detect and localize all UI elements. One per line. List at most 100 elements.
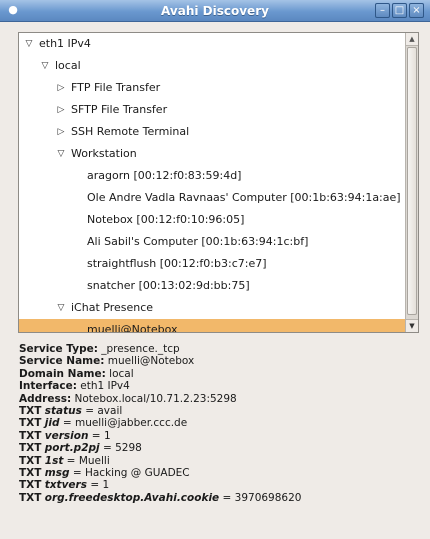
tree-row[interactable]: ▽ eth1 IPv4	[19, 33, 406, 55]
txt-equals: =	[99, 442, 116, 455]
tree-row-label: snatcher [00:13:02:9d:bb:75]	[87, 279, 250, 292]
txt-key: status	[44, 404, 82, 417]
tree-row-label: local	[55, 59, 81, 72]
tree-row-label: Workstation	[71, 147, 137, 160]
txt-prefix: TXT	[19, 442, 42, 455]
txt-value: 1	[103, 429, 111, 442]
minimize-icon[interactable]: –	[375, 3, 390, 18]
collapsed-arrow-icon[interactable]: ▷	[55, 99, 67, 121]
txt-key: org.freedesktop.Avahi.cookie	[44, 491, 220, 504]
service-type-label: Service Type:	[19, 343, 98, 355]
txt-record-line: TXT 1st = Muelli	[19, 455, 419, 467]
expanded-arrow-icon[interactable]: ▽	[55, 297, 67, 319]
txt-value: avail	[97, 404, 123, 417]
expanded-arrow-icon[interactable]: ▽	[23, 33, 35, 55]
interface-line: Interface: eth1 IPv4	[19, 380, 419, 392]
tree-row[interactable]: ▷ SSH Remote Terminal	[19, 121, 406, 143]
tree-row[interactable]: ▷ FTP File Transfer	[19, 77, 406, 99]
tree-row[interactable]: straightflush [00:12:f0:b3:c7:e7]	[19, 253, 406, 275]
tree-row[interactable]: muelli@Notebox	[19, 319, 406, 333]
tree-row-label: SSH Remote Terminal	[71, 125, 190, 138]
txt-record-line: TXT msg = Hacking @ GUADEC	[19, 467, 419, 479]
service-details: Service Type: _presence._tcp Service Nam…	[19, 343, 419, 504]
expanded-arrow-icon[interactable]: ▽	[55, 143, 67, 165]
scroll-up-icon[interactable]: ▲	[406, 33, 418, 46]
txt-record-list: TXT status = avail TXT jid = muelli@jabbe…	[19, 405, 419, 504]
service-type-line: Service Type: _presence._tcp	[19, 343, 419, 355]
txt-prefix: TXT	[19, 454, 42, 467]
txt-value: 1	[102, 479, 110, 492]
tree-row-label: SFTP File Transfer	[71, 103, 168, 116]
domain-name-line: Domain Name: local	[19, 368, 419, 380]
tree-row[interactable]: aragorn [00:12:f0:83:59:4d]	[19, 165, 406, 187]
txt-record-line: TXT status = avail	[19, 405, 419, 417]
tree-row[interactable]: snatcher [00:13:02:9d:bb:75]	[19, 275, 406, 297]
service-name-line: Service Name: muelli@Notebox	[19, 355, 419, 367]
window-title: Avahi Discovery	[161, 4, 269, 18]
interface-label: Interface:	[19, 380, 77, 393]
interface-value: eth1 IPv4	[80, 380, 130, 393]
scroll-thumb[interactable]	[407, 47, 417, 315]
tree-row[interactable]: Notebox [00:12:f0:10:96:05]	[19, 209, 406, 231]
tree-row[interactable]: ▽ Workstation	[19, 143, 406, 165]
txt-equals: =	[88, 429, 104, 442]
txt-record-line: TXT version = 1	[19, 430, 419, 442]
txt-key: txtvers	[44, 479, 87, 492]
txt-prefix: TXT	[19, 479, 42, 492]
txt-key: version	[44, 429, 89, 442]
txt-key: 1st	[44, 454, 64, 467]
tree-row[interactable]: ▽ local	[19, 55, 406, 77]
txt-value: 3970698620	[234, 491, 302, 504]
service-type-value: _presence._tcp	[101, 343, 180, 355]
tree-row[interactable]: ▽ iChat Presence	[19, 297, 406, 319]
collapsed-arrow-icon[interactable]: ▷	[55, 77, 67, 99]
txt-prefix: TXT	[19, 417, 42, 430]
tree-row-label: Ali Sabil's Computer [00:1b:63:94:1c:bf]	[87, 235, 309, 248]
address-line: Address: Notebox.local/10.71.2.23:5298	[19, 393, 419, 405]
txt-record-line: TXT port.p2pj = 5298	[19, 442, 419, 454]
tree-row[interactable]: ▷ SFTP File Transfer	[19, 99, 406, 121]
service-tree[interactable]: ▽ eth1 IPv4 ▽ local ▷ FTP File Transfer ▷ SFTP …	[18, 32, 419, 333]
domain-name-label: Domain Name:	[19, 367, 106, 380]
tree-row-label: straightflush [00:12:f0:b3:c7:e7]	[87, 257, 267, 270]
tree-row[interactable]: Ole Andre Vadla Ravnaas' Computer [00:1b…	[19, 187, 406, 209]
txt-key: port.p2pj	[44, 442, 100, 455]
tree-row[interactable]: Ali Sabil's Computer [00:1b:63:94:1c:bf]	[19, 231, 406, 253]
expanded-arrow-icon[interactable]: ▽	[39, 55, 51, 77]
txt-key: jid	[44, 417, 60, 430]
txt-record-line: TXT txtvers = 1	[19, 479, 419, 491]
txt-record-line: TXT org.freedesktop.Avahi.cookie = 39706…	[19, 492, 419, 504]
txt-value: 5298	[115, 442, 142, 455]
service-name-label: Service Name:	[19, 355, 105, 368]
tree-row-label: iChat Presence	[71, 301, 154, 314]
avahi-discovery-window: ● Avahi Discovery – □ × ▽ eth1 IPv4 ▽ local…	[0, 0, 430, 539]
tree-scrollbar[interactable]: ▲ ▼	[405, 33, 418, 332]
domain-name-value: local	[109, 367, 134, 380]
scroll-down-icon[interactable]: ▼	[406, 319, 418, 332]
txt-equals: =	[86, 479, 103, 492]
address-label: Address:	[19, 392, 72, 405]
title-bar[interactable]: ● Avahi Discovery – □ ×	[0, 0, 430, 22]
txt-record-line: TXT jid = muelli@jabber.ccc.de	[19, 417, 419, 429]
txt-value: Muelli	[78, 454, 110, 467]
txt-prefix: TXT	[19, 404, 42, 417]
txt-prefix: TXT	[19, 429, 42, 442]
tree-row-label: aragorn [00:12:f0:83:59:4d]	[87, 169, 242, 182]
tree-row-label: Notebox [00:12:f0:10:96:05]	[87, 213, 245, 226]
txt-equals: =	[59, 417, 75, 430]
txt-equals: =	[69, 466, 85, 479]
txt-equals: =	[81, 404, 98, 417]
txt-equals: =	[63, 454, 79, 467]
maximize-icon[interactable]: □	[392, 3, 407, 18]
service-name-value: muelli@Notebox	[107, 355, 195, 368]
txt-key: msg	[44, 466, 70, 479]
tree-row-label: Ole Andre Vadla Ravnaas' Computer [00:1b…	[87, 191, 401, 204]
txt-prefix: TXT	[19, 466, 42, 479]
txt-equals: =	[219, 491, 235, 504]
collapsed-arrow-icon[interactable]: ▷	[55, 121, 67, 143]
txt-prefix: TXT	[19, 491, 42, 504]
close-icon[interactable]: ×	[409, 3, 424, 18]
tree-row-label: eth1 IPv4	[39, 37, 91, 50]
tree-row-label: muelli@Notebox	[87, 323, 178, 333]
txt-value: muelli@jabber.ccc.de	[74, 417, 188, 430]
